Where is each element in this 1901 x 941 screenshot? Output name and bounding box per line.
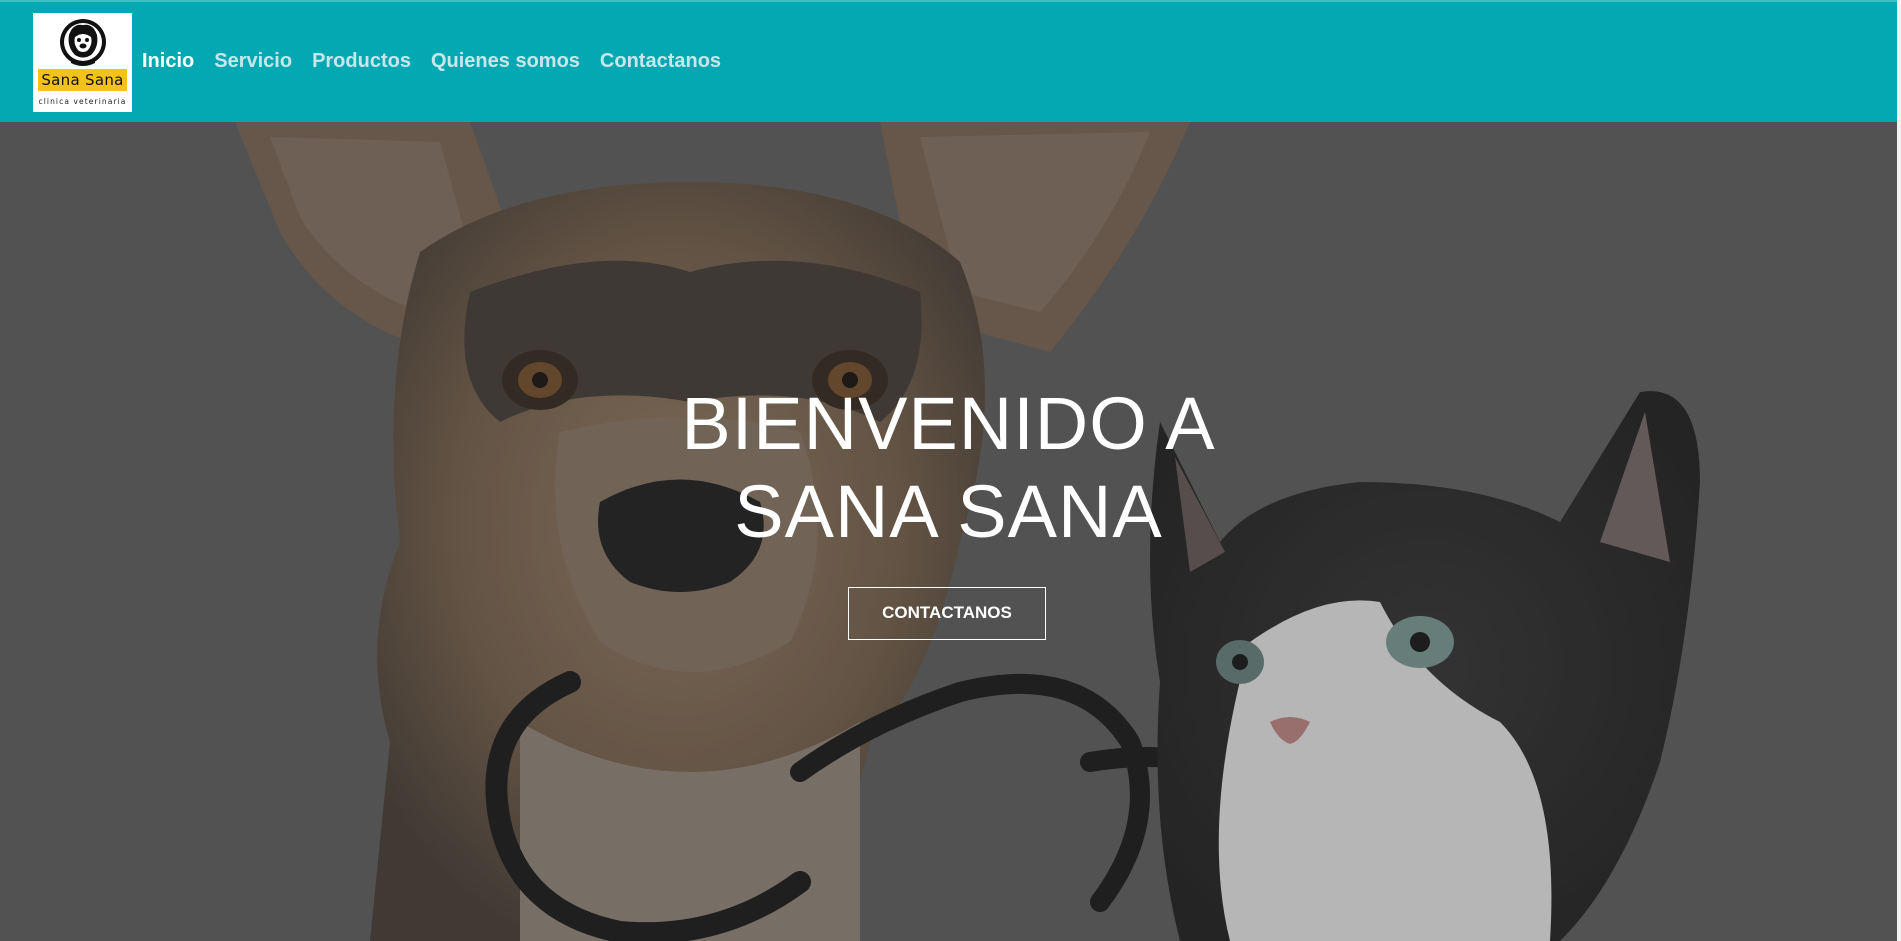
hero-title-line1: BIENVENIDO A (681, 382, 1216, 465)
main-nav: Inicio Servicio Productos Quienes somos … (142, 50, 741, 73)
nav-item-servicio[interactable]: Servicio (214, 50, 292, 73)
contactanos-button[interactable]: CONTACTANOS (848, 587, 1046, 640)
navbar: Sana Sana clinica veterinaria Inicio Ser… (0, 0, 1897, 122)
logo-wordmark: Sana Sana (38, 68, 127, 91)
logo-tagline: clinica veterinaria (38, 96, 127, 106)
hero-title: BIENVENIDO A SANA SANA (0, 380, 1897, 556)
brand-logo[interactable]: Sana Sana clinica veterinaria (33, 12, 132, 112)
page-right-edge (1897, 0, 1901, 941)
nav-item-quienes-somos[interactable]: Quienes somos (431, 50, 580, 73)
nav-item-contactanos[interactable]: Contactanos (600, 50, 721, 73)
page: Sana Sana clinica veterinaria Inicio Ser… (0, 0, 1901, 941)
hero-section: BIENVENIDO A SANA SANA CONTACTANOS (0, 122, 1897, 941)
nav-item-inicio[interactable]: Inicio (142, 50, 194, 73)
nav-item-productos[interactable]: Productos (312, 50, 411, 73)
hero-title-line2: SANA SANA (734, 470, 1163, 553)
